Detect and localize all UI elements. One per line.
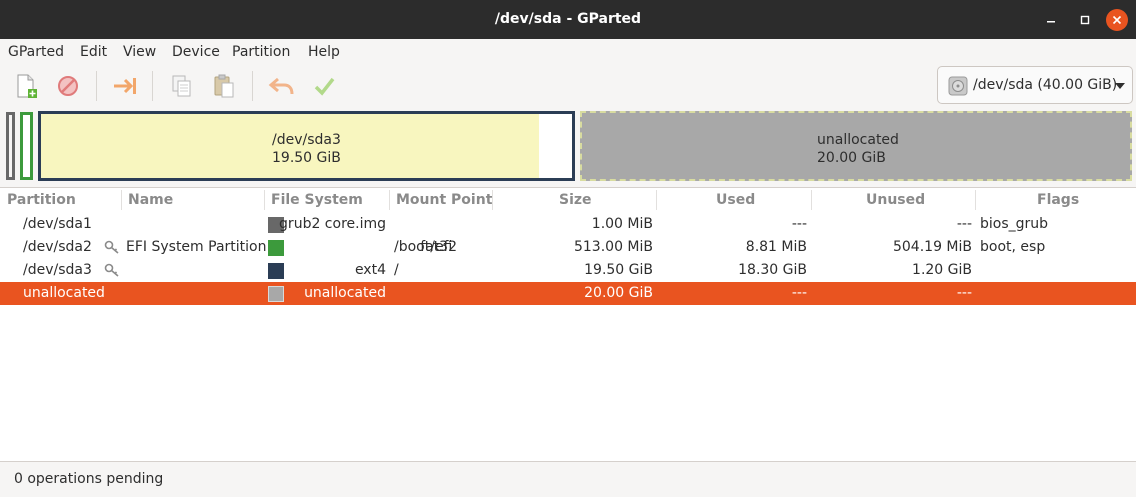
- cell-filesystem: unallocated: [304, 285, 386, 301]
- diskmap-unallocated[interactable]: unallocated 20.00 GiB: [580, 111, 1132, 181]
- delete-icon: [58, 76, 78, 96]
- table-row[interactable]: /dev/sda1 grub2 core.img 1.00 MiB --- --…: [0, 213, 1136, 236]
- cell-partition: /dev/sda3: [23, 262, 92, 278]
- disk-map: /dev/sda3 19.50 GiB unallocated 20.00 Gi…: [0, 108, 1136, 186]
- cell-mount-point: /: [394, 262, 399, 278]
- diskmap-unallocated-size: 20.00 GiB: [817, 150, 886, 166]
- cell-size: 1.00 MiB: [591, 216, 653, 232]
- menu-view[interactable]: View: [123, 44, 156, 60]
- mounted-key-icon: [104, 263, 119, 277]
- diskmap-unallocated-text: unallocated 20.00 GiB: [817, 131, 899, 167]
- apply-button[interactable]: [308, 71, 340, 101]
- device-selector[interactable]: /dev/sda (40.00 GiB): [937, 66, 1133, 104]
- device-label: /dev/sda (40.00 GiB): [973, 77, 1118, 93]
- window-title: /dev/sda - GParted: [494, 11, 642, 27]
- toolbar-separator: [152, 71, 153, 101]
- column-header-flags[interactable]: Flags: [1037, 192, 1079, 208]
- cell-used: 8.81 MiB: [745, 239, 807, 255]
- cell-size: 19.50 GiB: [584, 262, 653, 278]
- cell-size: 20.00 GiB: [584, 285, 653, 301]
- resize-move-button[interactable]: [110, 71, 142, 101]
- diskmap-sda3[interactable]: /dev/sda3 19.50 GiB: [38, 111, 575, 181]
- column-separator: [975, 190, 976, 210]
- table-header: Partition Name File System Mount Point S…: [0, 188, 1136, 212]
- cell-used: 18.30 GiB: [738, 262, 807, 278]
- diskmap-sda3-size: 19.50 GiB: [272, 150, 341, 166]
- table-row[interactable]: /dev/sda3 ext4 / 19.50 GiB 18.30 GiB 1.2…: [0, 259, 1136, 282]
- minimize-icon: [1047, 21, 1055, 23]
- menu-gparted[interactable]: GParted: [8, 44, 64, 60]
- diskmap-unallocated-name: unallocated: [817, 132, 899, 148]
- apply-icon: [314, 77, 335, 96]
- diskmap-sda1[interactable]: [6, 112, 15, 180]
- column-header-unused[interactable]: Unused: [866, 192, 925, 208]
- paste-icon: [214, 74, 234, 98]
- cell-mount-point: /boot/efi: [394, 239, 453, 255]
- diskmap-sda3-name: /dev/sda3: [272, 132, 341, 148]
- cell-name: EFI System Partition: [126, 239, 267, 255]
- mounted-key-icon: [104, 240, 119, 254]
- cell-unused: ---: [956, 216, 972, 232]
- cell-unused: ---: [956, 285, 972, 301]
- table-row-selected[interactable]: unallocated unallocated 20.00 GiB --- --…: [0, 282, 1136, 305]
- column-separator: [264, 190, 265, 210]
- new-partition-button[interactable]: [10, 71, 42, 101]
- table-row[interactable]: /dev/sda2 EFI System Partition fat32 /bo…: [0, 236, 1136, 259]
- diskmap-sda2[interactable]: [20, 112, 33, 180]
- column-separator: [811, 190, 812, 210]
- column-header-filesystem[interactable]: File System: [271, 192, 363, 208]
- cell-filesystem: grub2 core.img: [279, 216, 386, 232]
- cell-flags: boot, esp: [980, 239, 1046, 255]
- column-header-used[interactable]: Used: [716, 192, 755, 208]
- menu-edit[interactable]: Edit: [80, 44, 107, 60]
- title-bar: /dev/sda - GParted: [0, 0, 1136, 39]
- maximize-button[interactable]: [1074, 9, 1096, 31]
- cell-filesystem: ext4: [354, 262, 386, 278]
- copy-icon: [172, 75, 191, 97]
- column-header-name[interactable]: Name: [128, 192, 173, 208]
- diskmap-sda3-text: /dev/sda3 19.50 GiB: [272, 131, 341, 167]
- undo-icon: [268, 77, 294, 95]
- menu-device[interactable]: Device: [172, 44, 220, 60]
- cell-partition: unallocated: [23, 285, 105, 301]
- toolbar: /dev/sda (40.00 GiB): [0, 65, 1136, 108]
- menu-help[interactable]: Help: [308, 44, 340, 60]
- column-separator: [389, 190, 390, 210]
- filesystem-color-swatch: [268, 263, 284, 279]
- close-icon: [1112, 15, 1122, 25]
- column-separator: [121, 190, 122, 210]
- undo-button[interactable]: [266, 71, 298, 101]
- column-header-partition[interactable]: Partition: [7, 192, 76, 208]
- filesystem-color-swatch: [268, 240, 284, 256]
- close-button[interactable]: [1106, 9, 1128, 31]
- cell-partition: /dev/sda2: [23, 239, 92, 255]
- minimize-button[interactable]: [1040, 9, 1062, 31]
- new-partition-icon: [17, 74, 37, 98]
- column-separator: [656, 190, 657, 210]
- chevron-down-icon: [1115, 83, 1125, 89]
- partition-table: Partition Name File System Mount Point S…: [0, 187, 1136, 462]
- column-separator: [492, 190, 493, 210]
- toolbar-separator: [96, 71, 97, 101]
- cell-partition: /dev/sda1: [23, 216, 92, 232]
- toolbar-separator: [252, 71, 253, 101]
- status-text: 0 operations pending: [14, 471, 164, 487]
- filesystem-color-swatch: [268, 286, 284, 302]
- cell-unused: 1.20 GiB: [912, 262, 972, 278]
- cell-used: ---: [791, 285, 807, 301]
- menu-partition[interactable]: Partition: [232, 44, 290, 60]
- cell-size: 513.00 MiB: [573, 239, 653, 255]
- cell-unused: 504.19 MiB: [892, 239, 972, 255]
- maximize-icon: [1080, 15, 1090, 25]
- cell-flags: bios_grub: [980, 216, 1049, 232]
- column-header-size[interactable]: Size: [559, 192, 592, 208]
- resize-move-icon: [114, 78, 136, 94]
- hard-disk-icon: [948, 76, 968, 96]
- delete-button[interactable]: [52, 71, 84, 101]
- cell-used: ---: [791, 216, 807, 232]
- menubar: GParted Edit View Device Partition Help: [0, 39, 1136, 65]
- copy-button[interactable]: [166, 71, 198, 101]
- column-header-mount-point[interactable]: Mount Point: [396, 192, 492, 208]
- paste-button[interactable]: [208, 71, 240, 101]
